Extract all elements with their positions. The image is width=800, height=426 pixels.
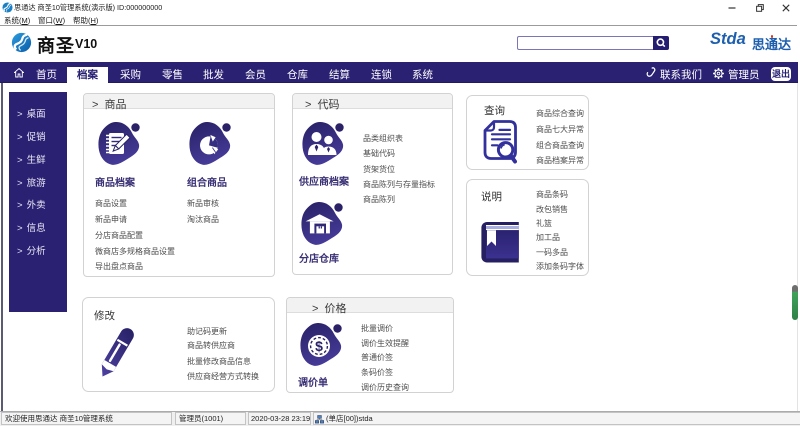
- svg-text:$: $: [315, 338, 323, 354]
